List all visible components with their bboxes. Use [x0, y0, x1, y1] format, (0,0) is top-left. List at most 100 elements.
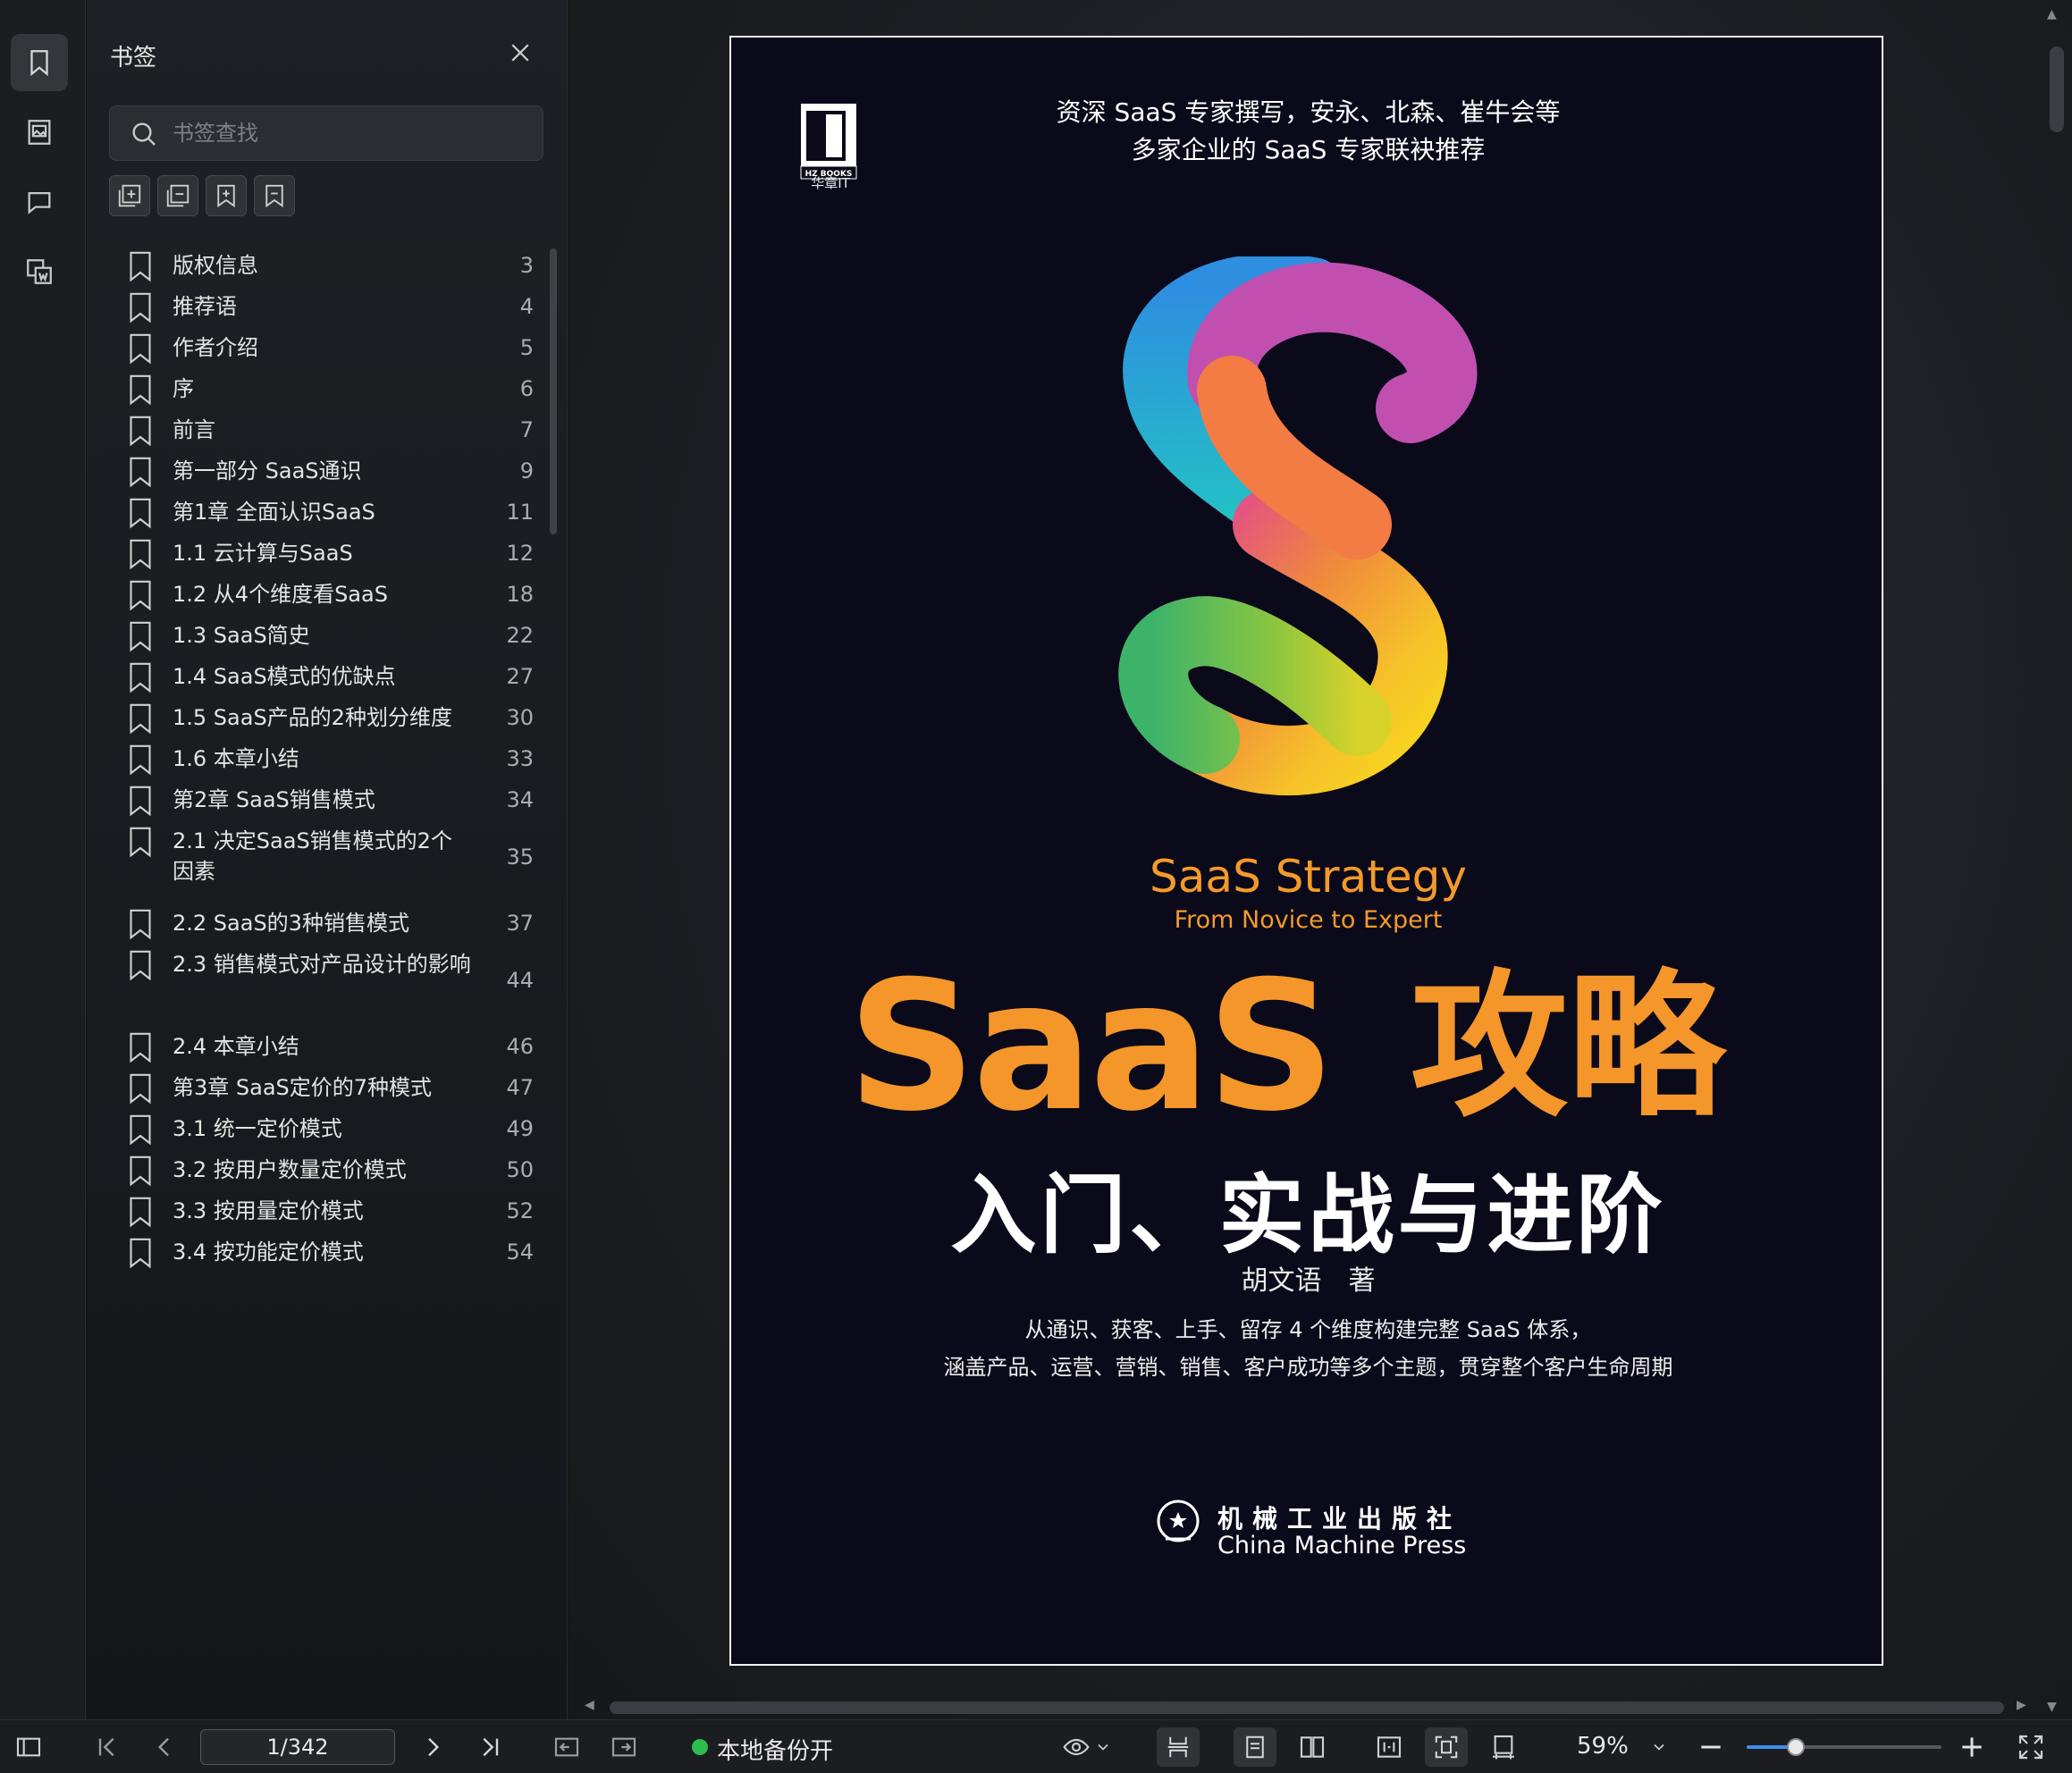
- bookmark-label: 作者介绍: [173, 335, 258, 360]
- zoom-dropdown-icon[interactable]: [1650, 1733, 1668, 1761]
- scroll-mode-button[interactable]: [1157, 1727, 1200, 1767]
- comment-panel-button[interactable]: [11, 173, 68, 231]
- go-forward-icon[interactable]: [610, 1733, 638, 1761]
- bookmark-item[interactable]: 作者介绍 5: [87, 324, 552, 365]
- bookmark-icon: [130, 292, 151, 324]
- two-page-icon[interactable]: [1298, 1733, 1327, 1761]
- bookmark-label: 推荐语: [173, 294, 237, 319]
- add-bookmark-icon: [217, 184, 235, 208]
- bookmark-item[interactable]: 1.5 SaaS产品的2种划分维度 30: [87, 693, 552, 735]
- bookmark-item[interactable]: 第3章 SaaS定价的7种模式 47: [87, 1063, 552, 1105]
- bookmark-item[interactable]: 1.6 本章小结 33: [87, 735, 552, 776]
- actual-size-icon[interactable]: [1489, 1733, 1518, 1761]
- vertical-scrollbar[interactable]: [2050, 46, 2064, 132]
- zoom-slider-handle[interactable]: [1786, 1738, 1805, 1756]
- bookmark-page-number: 49: [506, 1116, 534, 1141]
- expand-all-button[interactable]: [109, 175, 150, 216]
- close-icon[interactable]: [507, 39, 534, 66]
- panel-title: 书签: [110, 45, 157, 71]
- bookmark-label: 1.4 SaaS模式的优缺点: [173, 664, 396, 689]
- zoom-out-icon[interactable]: [1697, 1733, 1725, 1761]
- go-back-icon[interactable]: [552, 1733, 581, 1761]
- bookmark-item[interactable]: 3.3 按用量定价模式 52: [87, 1187, 552, 1228]
- bookmark-item[interactable]: 版权信息 3: [87, 241, 552, 282]
- fit-width-icon[interactable]: [1375, 1733, 1403, 1761]
- bookmark-label: 1.5 SaaS产品的2种划分维度: [173, 705, 452, 730]
- bookmark-item[interactable]: 2.4 本章小结 46: [87, 1022, 552, 1063]
- bookmark-search-input[interactable]: [173, 115, 530, 151]
- bookmark-item[interactable]: 2.1 决定SaaS销售模式的2个因素 35: [87, 817, 552, 899]
- bookmark-icon: [30, 50, 48, 77]
- bookmark-label: 3.1 统一定价模式: [173, 1116, 342, 1141]
- zoom-level[interactable]: 59%: [1577, 1733, 1629, 1760]
- bookmark-icon: [130, 1197, 151, 1228]
- bookmark-item[interactable]: 1.1 云计算与SaaS 12: [87, 529, 552, 570]
- bookmark-icon: [130, 786, 151, 817]
- chevron-down-icon[interactable]: [1094, 1733, 1112, 1761]
- press-english-name: China Machine Press: [1217, 1532, 1467, 1559]
- bookmark-icon: [130, 333, 151, 365]
- bookmark-label: 前言: [173, 417, 215, 442]
- next-page-icon[interactable]: [418, 1733, 447, 1761]
- bookmark-item[interactable]: 1.3 SaaS简史 22: [87, 611, 552, 652]
- bookmark-icon: [130, 498, 151, 529]
- bookmark-page-number: 47: [506, 1075, 534, 1100]
- add-bookmark-button[interactable]: [206, 175, 247, 216]
- bookmark-item[interactable]: 3.2 按用户数量定价模式 50: [87, 1146, 552, 1187]
- book-cover-page: HZ BOOKS 华章IT 资深 SaaS 专家撰写，安永、北森、崔牛会等 多家…: [729, 36, 1883, 1666]
- prev-page-icon[interactable]: [150, 1733, 179, 1761]
- scroll-down-arrow[interactable]: ▼: [2047, 1700, 2057, 1714]
- bookmark-label: 版权信息: [173, 253, 258, 278]
- bookmark-item[interactable]: 2.2 SaaS的3种销售模式 37: [87, 899, 552, 940]
- bookmark-icon: [130, 1238, 151, 1269]
- eye-icon[interactable]: [1062, 1733, 1091, 1761]
- description-line-1: 从通识、获客、上手、留存 4 个维度构建完整 SaaS 体系，: [1024, 1317, 1592, 1342]
- bookmark-item[interactable]: 第1章 全面认识SaaS 11: [87, 488, 552, 529]
- scroll-left-arrow[interactable]: ◀: [585, 1698, 594, 1712]
- bookmark-label: 序: [173, 376, 194, 401]
- fullscreen-icon[interactable]: [2017, 1733, 2045, 1761]
- bookmark-item[interactable]: 序6: [87, 365, 552, 406]
- zoom-in-icon[interactable]: [1958, 1733, 1986, 1761]
- scroll-up-arrow[interactable]: ▲: [2047, 7, 2057, 21]
- thumbnail-panel-button[interactable]: [11, 104, 68, 161]
- bookmark-page-number: 37: [506, 911, 534, 936]
- backup-status[interactable]: 本地备份开: [717, 1733, 833, 1766]
- bookmark-search[interactable]: [109, 105, 543, 161]
- last-page-icon[interactable]: [476, 1733, 504, 1761]
- bookmark-label: 3.3 按用量定价模式: [173, 1198, 364, 1223]
- bookmark-item[interactable]: 3.4 按功能定价模式 54: [87, 1228, 552, 1269]
- document-viewport[interactable]: HZ BOOKS 华章IT 资深 SaaS 专家撰写，安永、北森、崔牛会等 多家…: [569, 0, 2072, 1719]
- single-page-button[interactable]: [1234, 1727, 1276, 1767]
- zoom-slider[interactable]: [1747, 1738, 1941, 1756]
- toggle-sidebar-icon[interactable]: [14, 1733, 43, 1761]
- horizontal-scrollbar[interactable]: [610, 1702, 2004, 1714]
- translate-icon: [27, 259, 52, 284]
- bookmark-page-number: 9: [519, 458, 534, 483]
- sidebar-rail: [0, 0, 86, 1719]
- remove-bookmark-button[interactable]: [254, 175, 295, 216]
- translate-panel-button[interactable]: [11, 243, 68, 300]
- bookmark-label: 1.3 SaaS简史: [173, 623, 310, 648]
- first-page-icon[interactable]: [93, 1733, 122, 1761]
- panel-scrollbar[interactable]: [550, 248, 557, 534]
- bookmark-label: 第3章 SaaS定价的7种模式: [173, 1075, 433, 1100]
- bookmark-item[interactable]: 前言 7: [87, 406, 552, 447]
- bookmark-panel-button[interactable]: [11, 34, 68, 91]
- fit-page-button[interactable]: [1425, 1727, 1468, 1767]
- bookmark-item[interactable]: 1.4 SaaS模式的优缺点 27: [87, 652, 552, 693]
- bookmark-page-number: 46: [506, 1034, 534, 1059]
- bookmark-item[interactable]: 第一部分 SaaS通识 9: [87, 447, 552, 488]
- page-number-input[interactable]: 1/342: [200, 1729, 395, 1765]
- collapse-all-button[interactable]: [157, 175, 198, 216]
- bookmark-item[interactable]: 3.1 统一定价模式 49: [87, 1105, 552, 1146]
- bookmark-item[interactable]: 推荐语 4: [87, 282, 552, 324]
- bookmark-page-number: 3: [519, 253, 534, 278]
- bookmark-label: 1.6 本章小结: [173, 746, 299, 771]
- single-page-icon: [1246, 1735, 1264, 1759]
- bookmark-item[interactable]: 2.3 销售模式对产品设计的影响 44: [87, 940, 552, 1022]
- bookmark-item[interactable]: 1.2 从4个维度看SaaS 18: [87, 570, 552, 611]
- bookmark-item[interactable]: 第2章 SaaS销售模式 34: [87, 776, 552, 817]
- scroll-right-arrow[interactable]: ▶: [2017, 1698, 2026, 1712]
- bookmark-page-number: 7: [519, 417, 534, 442]
